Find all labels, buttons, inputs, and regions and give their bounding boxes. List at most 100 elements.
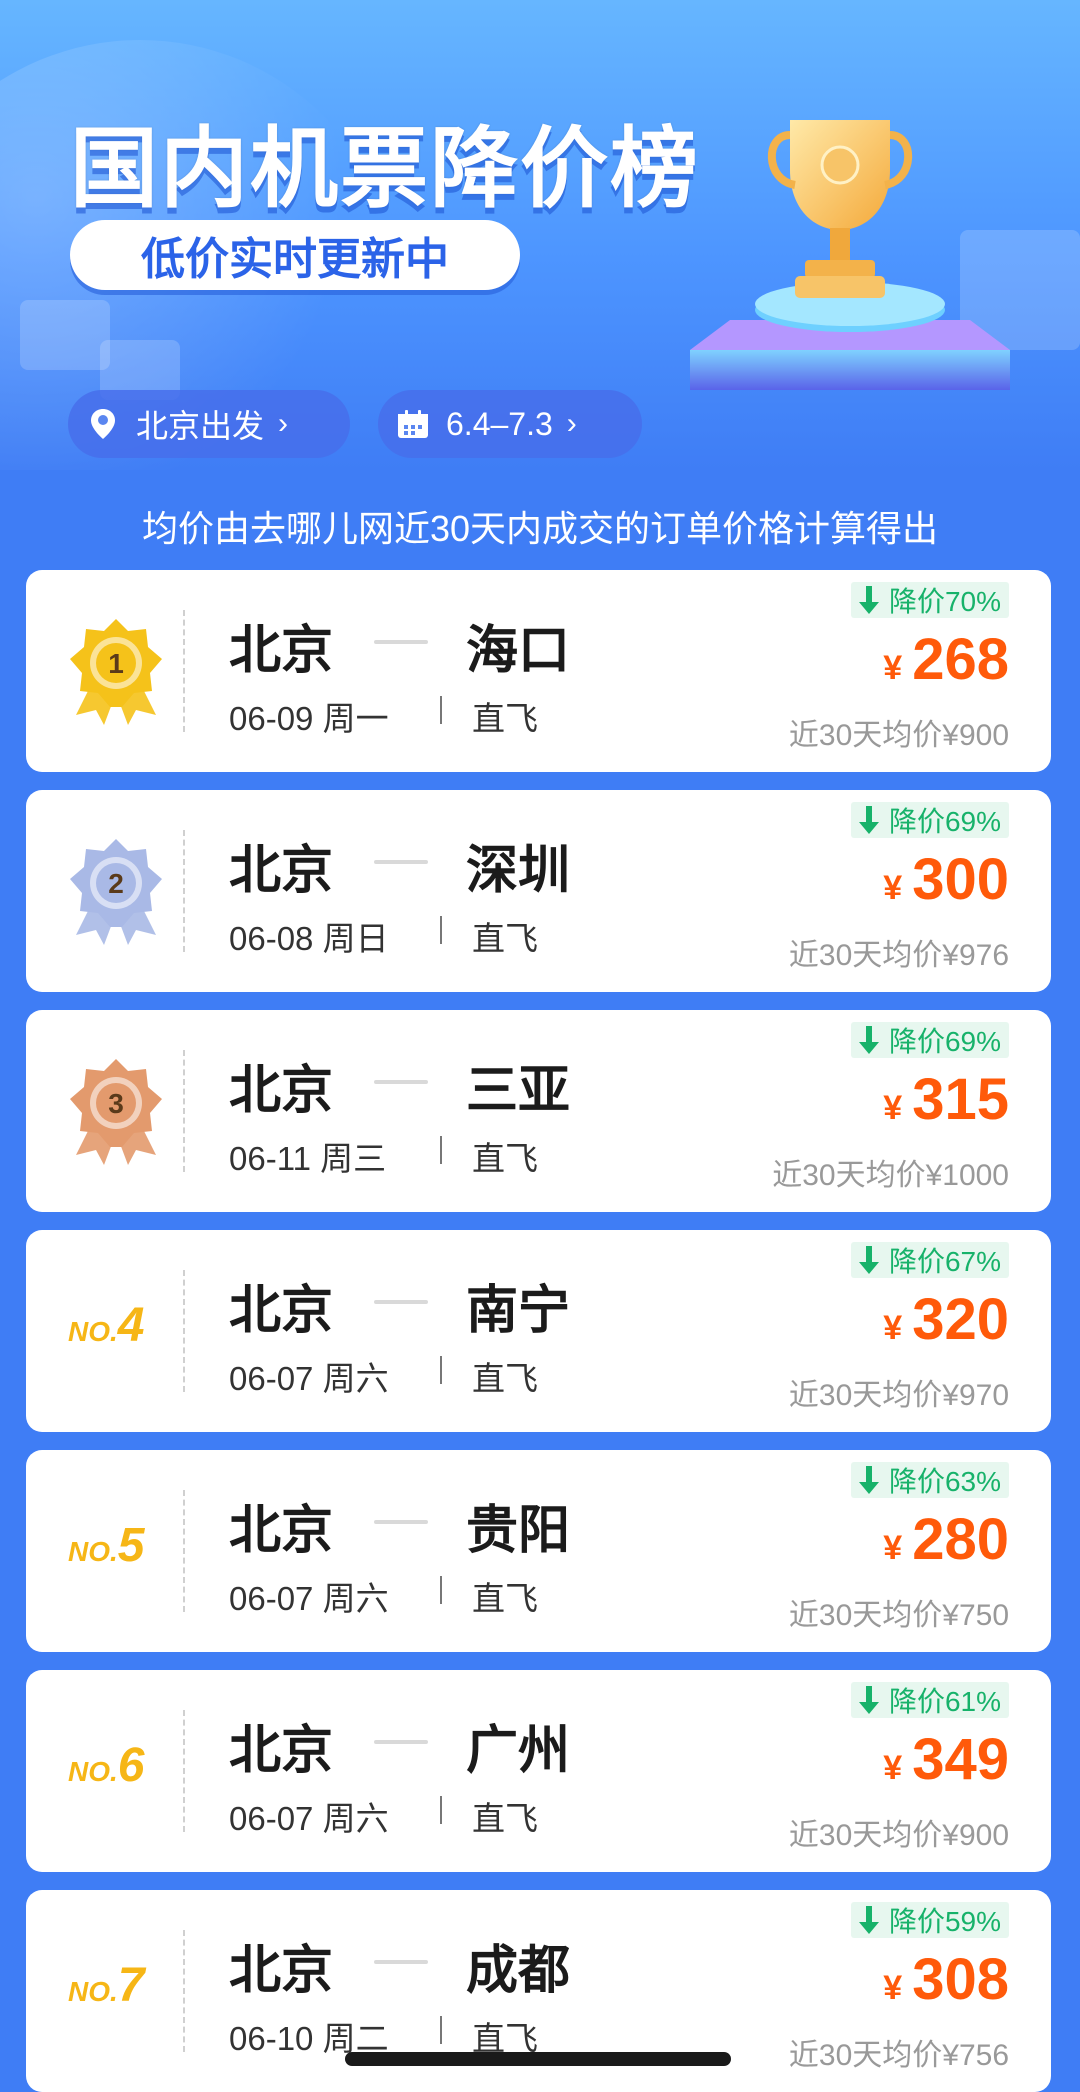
average-price: 近30天均价¥1000 <box>772 1159 1009 1192</box>
rank-label: NO.7 <box>68 1958 144 2013</box>
price-value: 315 <box>912 1067 1009 1132</box>
rank-number: 1 <box>108 648 124 679</box>
rank-label: NO.6 <box>68 1738 144 1793</box>
flight-card[interactable]: 1 北京 海口 06-09 周一 直飞 降价70% ¥268 近30天均价¥90… <box>26 570 1051 772</box>
rank-prefix: NO. <box>68 1976 118 2007</box>
flight-card[interactable]: NO.4 北京 南宁 06-07 周六 直飞 降价67% ¥320 近30天均价… <box>26 1230 1051 1432</box>
rank-number: 3 <box>108 1088 124 1119</box>
flight-card[interactable]: NO.5 北京 贵阳 06-07 周六 直飞 降价63% ¥280 近30天均价… <box>26 1450 1051 1652</box>
route-dash <box>374 860 428 864</box>
arrival-city: 三亚 <box>466 1062 571 1120</box>
price-value: 320 <box>912 1287 1009 1352</box>
route-dash <box>374 1740 428 1744</box>
flight-date: 06-07 周六 <box>229 1580 389 1617</box>
price-drop-text: 降价63% <box>888 1466 1001 1497</box>
arrow-down-icon <box>858 1246 879 1274</box>
card-divider <box>183 830 185 952</box>
route-dash <box>374 1080 428 1084</box>
arrival-city: 深圳 <box>466 842 571 900</box>
average-price: 近30天均价¥900 <box>788 1819 1009 1852</box>
chevron-right-icon: › <box>278 407 289 440</box>
flight-type: 直飞 <box>472 920 538 957</box>
price-drop-badge: 降价59% <box>850 1902 1009 1938</box>
header-banner: 国内机票降价榜 低价实时更新中 北京出发 › 6.4–7.3 › <box>0 0 1080 470</box>
ticket-price: ¥315 <box>883 1066 1009 1133</box>
average-price: 近30天均价¥750 <box>788 1599 1009 1632</box>
average-price: 近30天均价¥976 <box>788 939 1009 972</box>
arrival-city: 贵阳 <box>466 1502 571 1560</box>
flight-card[interactable]: 3 北京 三亚 06-11 周三 直飞 降价69% ¥315 近30天均价¥10… <box>26 1010 1051 1212</box>
subtitle-badge: 低价实时更新中 <box>70 220 520 290</box>
arrival-city: 海口 <box>466 622 571 680</box>
price-drop-badge: 降价69% <box>850 802 1009 838</box>
flight-type: 直飞 <box>472 700 538 737</box>
separator <box>440 1796 442 1824</box>
rank-number: 2 <box>108 868 124 899</box>
trophy-icon <box>767 120 913 298</box>
departure-city: 北京 <box>229 1722 334 1780</box>
separator <box>440 1576 442 1604</box>
rank-number: 4 <box>117 1299 145 1352</box>
card-divider <box>183 1050 185 1172</box>
rank-number: 6 <box>117 1739 145 1792</box>
ticket-price: ¥268 <box>883 626 1009 693</box>
decor-block <box>20 300 110 370</box>
average-price: 近30天均价¥970 <box>788 1379 1009 1412</box>
price-value: 268 <box>912 627 1009 692</box>
currency-symbol: ¥ <box>883 1089 903 1127</box>
chevron-right-icon: › <box>566 407 577 440</box>
price-drop-text: 降价70% <box>888 586 1001 617</box>
currency-symbol: ¥ <box>883 1969 903 2007</box>
flight-type: 直飞 <box>472 1800 538 1837</box>
arrow-down-icon <box>858 1686 879 1714</box>
ticket-price: ¥320 <box>883 1286 1009 1353</box>
flight-type: 直飞 <box>472 1360 538 1397</box>
currency-symbol: ¥ <box>883 869 903 907</box>
departure-city: 北京 <box>229 1502 334 1560</box>
arrival-city: 南宁 <box>466 1282 571 1340</box>
departure-city: 北京 <box>229 842 334 900</box>
date-range-selector[interactable]: 6.4–7.3 › <box>378 390 642 458</box>
arrow-down-icon <box>858 1026 879 1054</box>
rank-label: NO.4 <box>68 1298 144 1353</box>
flight-card[interactable]: NO.6 北京 广州 06-07 周六 直飞 降价61% ¥349 近30天均价… <box>26 1670 1051 1872</box>
rank-medal-icon: 2 <box>56 830 176 950</box>
price-drop-badge: 降价70% <box>850 582 1009 618</box>
rank-number: 5 <box>117 1519 145 1572</box>
separator <box>440 2016 442 2044</box>
average-price: 近30天均价¥756 <box>788 2039 1009 2072</box>
departure-city-selector[interactable]: 北京出发 › <box>68 390 350 458</box>
route-dash <box>374 1960 428 1964</box>
page-title: 国内机票降价榜 <box>70 119 701 218</box>
price-value: 349 <box>912 1727 1009 1792</box>
flight-type: 直飞 <box>472 1580 538 1617</box>
home-indicator <box>345 2052 731 2066</box>
currency-symbol: ¥ <box>883 649 903 687</box>
currency-symbol: ¥ <box>883 1529 903 1567</box>
separator <box>440 916 442 944</box>
departure-city: 北京 <box>229 1062 334 1120</box>
separator <box>440 1136 442 1164</box>
average-price: 近30天均价¥900 <box>788 719 1009 752</box>
ticket-price: ¥308 <box>883 1946 1009 2013</box>
price-drop-badge: 降价67% <box>850 1242 1009 1278</box>
price-note: 均价由去哪儿网近30天内成交的订单价格计算得出 <box>141 508 939 549</box>
departure-city: 北京 <box>229 622 334 680</box>
flight-date: 06-11 周三 <box>229 1140 387 1177</box>
arrow-down-icon <box>858 1466 879 1494</box>
arrow-down-icon <box>858 806 879 834</box>
route-dash <box>374 1520 428 1524</box>
flight-date: 06-09 周一 <box>229 700 389 737</box>
departure-label: 北京出发 <box>136 408 265 444</box>
arrival-city: 成都 <box>466 1942 571 2000</box>
price-drop-text: 降价69% <box>888 1026 1001 1057</box>
flight-date: 06-07 周六 <box>229 1360 389 1397</box>
price-value: 300 <box>912 847 1009 912</box>
flight-card[interactable]: 2 北京 深圳 06-08 周日 直飞 降价69% ¥300 近30天均价¥97… <box>26 790 1051 992</box>
rank-prefix: NO. <box>68 1536 118 1567</box>
location-pin-icon <box>86 407 120 441</box>
rank-prefix: NO. <box>68 1316 118 1347</box>
price-drop-text: 降价69% <box>888 806 1001 837</box>
departure-city: 北京 <box>229 1942 334 2000</box>
price-drop-badge: 降价61% <box>850 1682 1009 1718</box>
